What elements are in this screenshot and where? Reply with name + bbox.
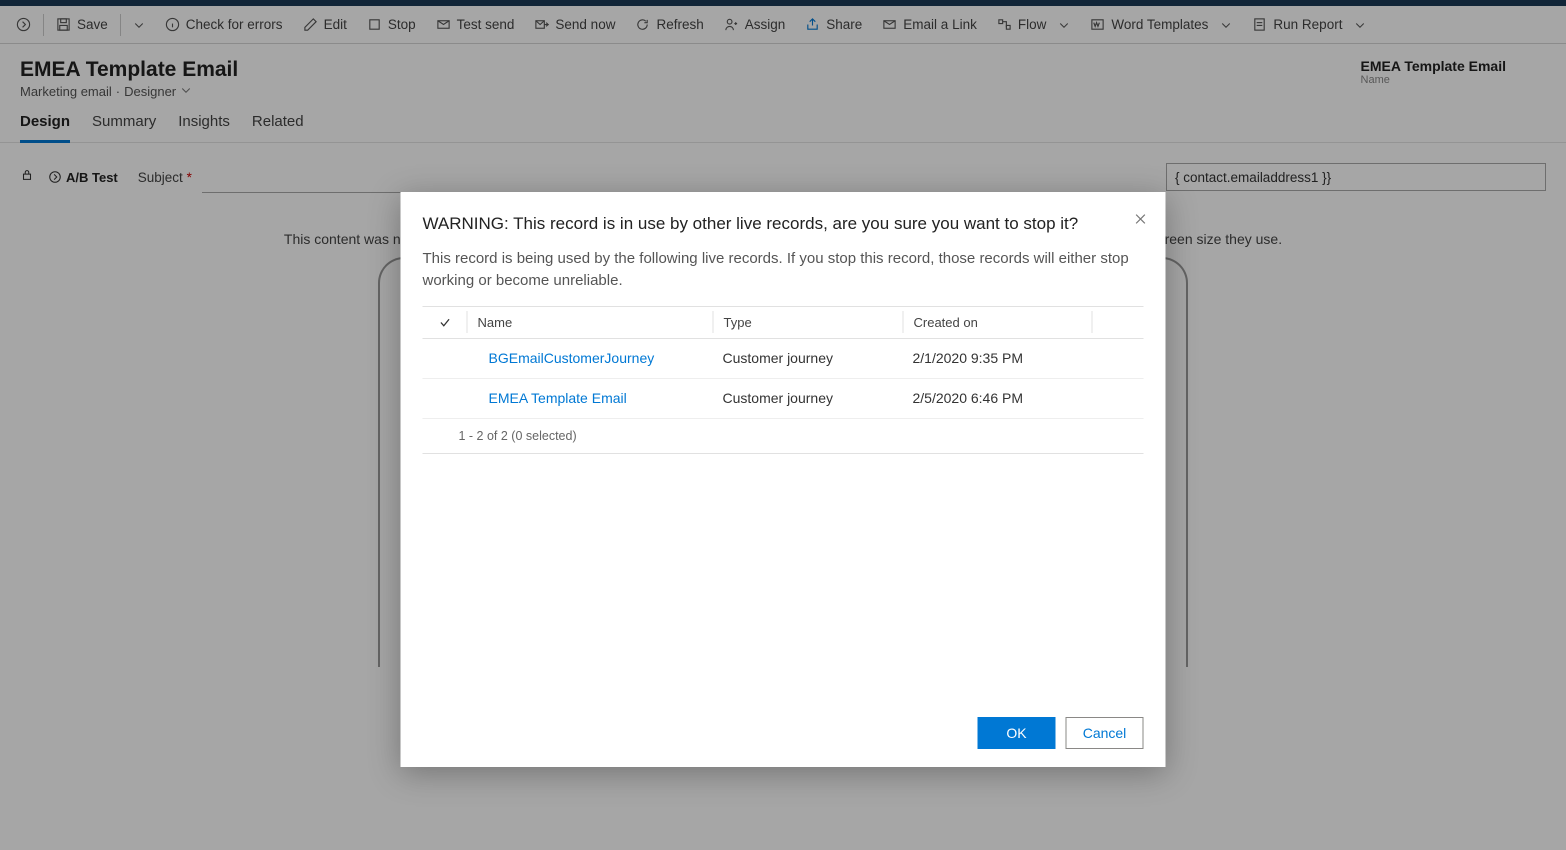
- close-button[interactable]: [1130, 206, 1152, 235]
- cancel-button[interactable]: Cancel: [1066, 717, 1144, 749]
- dialog-body: This record is being used by the followi…: [423, 248, 1144, 292]
- select-all-column[interactable]: [423, 316, 467, 329]
- related-records-grid: Name Type Created on BGEmailCustomerJour…: [423, 306, 1144, 419]
- row-type: Customer journey: [713, 350, 903, 366]
- grid-footer: 1 - 2 of 2 (0 selected): [423, 419, 1144, 454]
- grid-header: Name Type Created on: [423, 307, 1144, 339]
- row-created: 2/5/2020 6:46 PM: [903, 390, 1093, 406]
- column-type[interactable]: Type: [713, 311, 903, 333]
- column-created[interactable]: Created on: [903, 311, 1093, 333]
- column-name[interactable]: Name: [467, 311, 713, 333]
- row-created: 2/1/2020 9:35 PM: [903, 350, 1093, 366]
- row-type: Customer journey: [713, 390, 903, 406]
- stop-warning-dialog: WARNING: This record is in use by other …: [401, 192, 1166, 767]
- close-icon: [1134, 210, 1148, 230]
- table-row[interactable]: EMEA Template Email Customer journey 2/5…: [423, 379, 1144, 419]
- dialog-title: WARNING: This record is in use by other …: [423, 214, 1144, 234]
- row-name-link[interactable]: EMEA Template Email: [467, 390, 713, 406]
- ok-button[interactable]: OK: [978, 717, 1056, 749]
- table-row[interactable]: BGEmailCustomerJourney Customer journey …: [423, 339, 1144, 379]
- row-name-link[interactable]: BGEmailCustomerJourney: [467, 350, 713, 366]
